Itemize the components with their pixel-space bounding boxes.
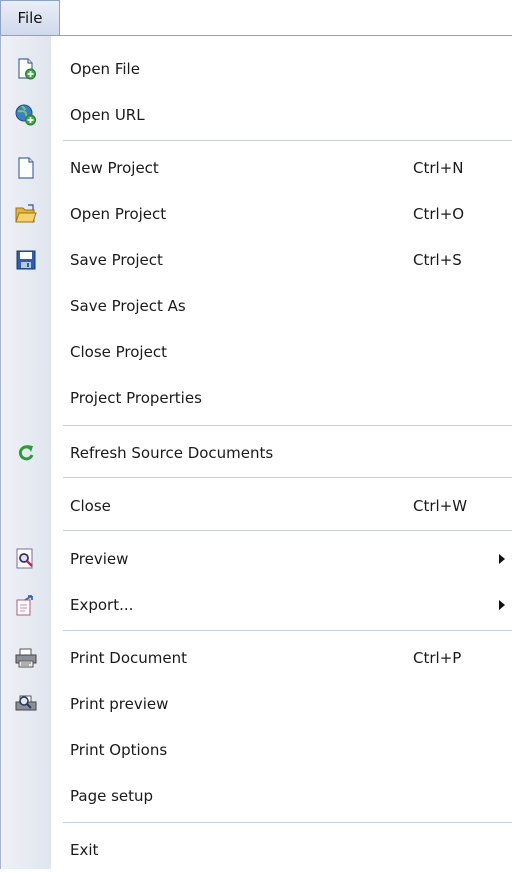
menu-item-preview[interactable]: Preview [1, 536, 512, 582]
new-project-icon [15, 157, 37, 179]
menu-item-label: Print Document [70, 649, 187, 667]
menu-item-label: Refresh Source Documents [70, 444, 274, 462]
menu-item-refresh-source-documents[interactable]: Refresh Source Documents [1, 430, 512, 476]
file-menu-tab[interactable]: File [0, 0, 60, 36]
menu-item-label: Export... [70, 596, 134, 614]
menu-item-shortcut: Ctrl+S [413, 251, 462, 269]
print-preview-icon [15, 693, 37, 715]
menu-item-label: Print Options [70, 741, 168, 759]
menu-item-close[interactable]: Close Ctrl+W [1, 483, 512, 529]
menu-item-project-properties[interactable]: Project Properties [1, 375, 512, 421]
preview-magnifier-icon [15, 548, 37, 570]
menu-separator [63, 630, 512, 632]
menu-item-open-file[interactable]: Open File [1, 46, 512, 92]
menu-separator [63, 530, 512, 532]
open-file-icon [15, 58, 37, 80]
menu-item-label: Open URL [70, 106, 145, 124]
menu-item-label: Close Project [70, 343, 167, 361]
menu-item-label: Print preview [70, 695, 169, 713]
menu-item-open-url[interactable]: Open URL [1, 92, 512, 138]
menu-item-label: Project Properties [70, 389, 202, 407]
menu-item-label: New Project [70, 159, 159, 177]
file-dropdown-menu: Open File Open URL New Project Ctrl+N Op… [0, 35, 512, 869]
refresh-icon [15, 442, 37, 464]
export-icon [15, 594, 37, 616]
menu-item-exit[interactable]: Exit [1, 827, 512, 873]
menu-item-open-project[interactable]: Open Project Ctrl+O [1, 191, 512, 237]
menu-separator [63, 822, 512, 824]
menu-bar: File [0, 0, 512, 36]
menu-item-label: Preview [70, 550, 129, 568]
submenu-arrow-icon [499, 600, 505, 610]
menu-item-label: Page setup [70, 787, 154, 805]
open-url-icon [15, 104, 37, 126]
menu-item-page-setup[interactable]: Page setup [1, 773, 512, 819]
menu-item-label: Save Project [70, 251, 163, 269]
menu-item-save-project[interactable]: Save Project Ctrl+S [1, 237, 512, 283]
open-project-folder-icon [15, 203, 37, 225]
menu-item-shortcut: Ctrl+N [413, 159, 464, 177]
menu-item-close-project[interactable]: Close Project [1, 329, 512, 375]
menu-item-label: Save Project As [70, 297, 186, 315]
menu-item-print-document[interactable]: Print Document Ctrl+P [1, 635, 512, 681]
menu-item-label: Exit [70, 841, 99, 859]
printer-icon [15, 647, 37, 669]
menu-item-label: Open Project [70, 205, 167, 223]
menu-separator [63, 140, 512, 142]
save-disk-icon [15, 249, 37, 271]
menu-item-print-preview[interactable]: Print preview [1, 681, 512, 727]
menu-item-print-options[interactable]: Print Options [1, 727, 512, 773]
menu-item-label: Open File [70, 60, 140, 78]
menu-item-save-project-as[interactable]: Save Project As [1, 283, 512, 329]
menu-item-label: Close [70, 497, 111, 515]
menu-item-export[interactable]: Export... [1, 582, 512, 628]
menu-separator [63, 425, 512, 427]
menu-item-shortcut: Ctrl+W [413, 497, 468, 515]
menu-item-shortcut: Ctrl+P [413, 649, 462, 667]
menu-item-shortcut: Ctrl+O [413, 205, 465, 223]
menu-item-new-project[interactable]: New Project Ctrl+N [1, 145, 512, 191]
submenu-arrow-icon [499, 554, 505, 564]
menu-separator [63, 477, 512, 479]
